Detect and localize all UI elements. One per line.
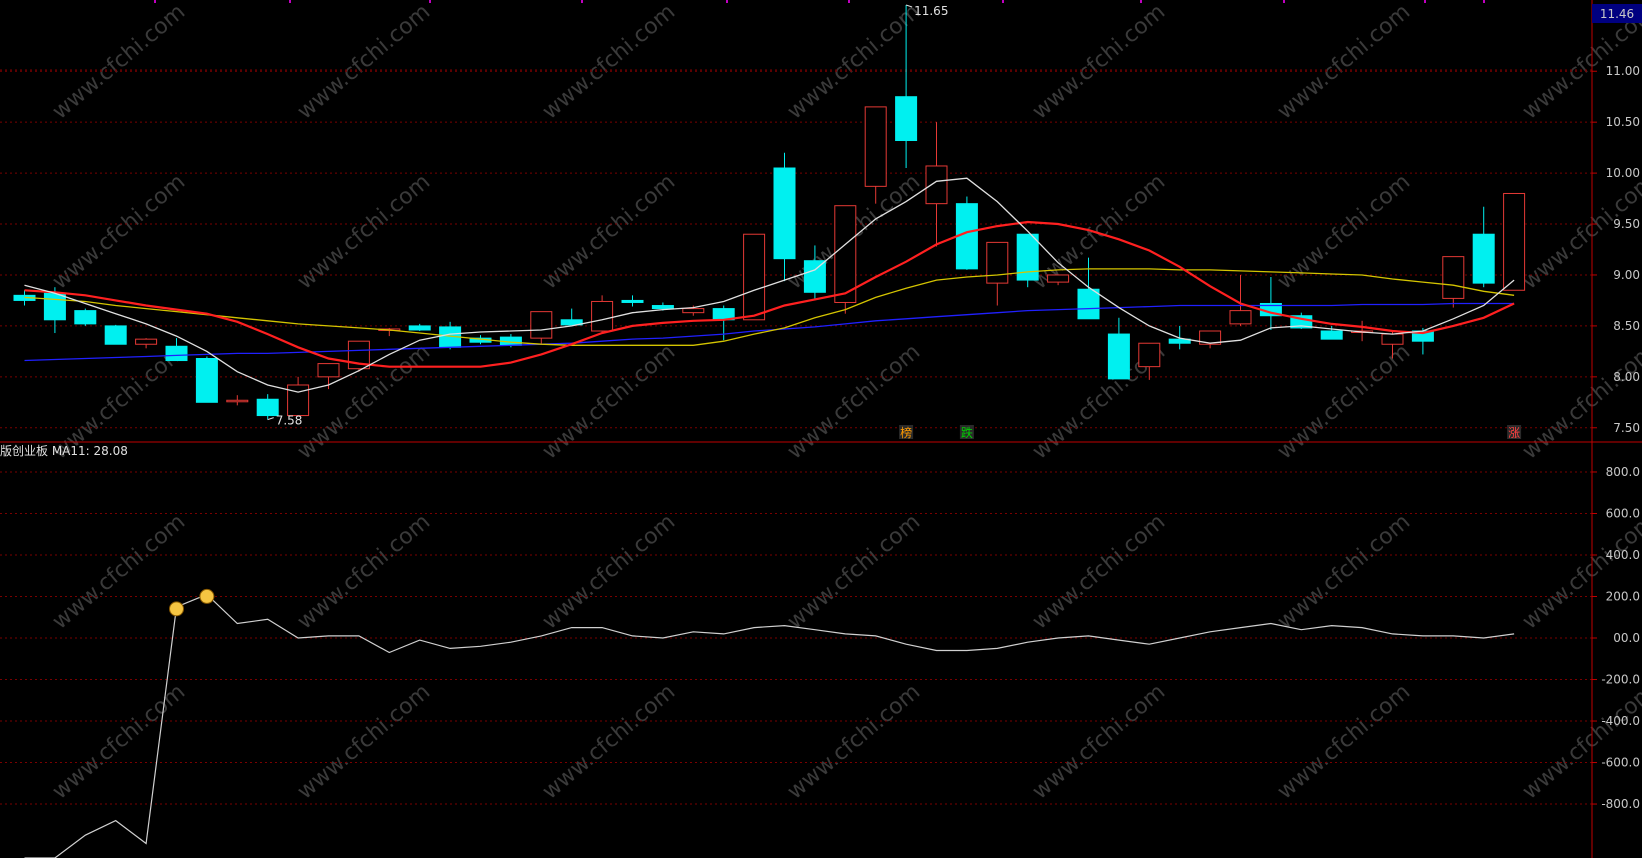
candle-body [1229,310,1252,325]
candle-body [287,384,310,417]
candle-body [408,325,431,331]
watermark-text: www.cfchi.com [783,339,925,464]
candle-body [43,292,66,321]
watermark-text: www.cfchi.com [1028,679,1170,804]
indicator-tick-label: -400.0 [1601,714,1640,728]
candle-body [1107,333,1130,380]
candle-body [1442,256,1465,299]
price-tick-label: 10.00 [1606,166,1640,180]
watermark-text: www.cfchi.com [48,509,190,634]
money-bag-icon [169,601,184,617]
watermark-text: www.cfchi.com [1518,339,1642,464]
watermark-text: www.cfchi.com [293,679,435,804]
watermark-text: www.cfchi.com [293,169,435,294]
watermark-text: www.cfchi.com [1273,339,1415,464]
watermark-text: www.cfchi.com [1273,679,1415,804]
candle-body [104,325,127,345]
event-label: 涨 [1508,425,1520,440]
watermark-text: www.cfchi.com [783,679,925,804]
indicator-tick-label: -800.0 [1601,797,1640,811]
indicator-tick-label: -200.0 [1601,673,1640,687]
price-tick-label: 11.00 [1606,64,1640,78]
candle-body [1381,333,1404,345]
watermark-text: www.cfchi.com [783,509,925,634]
watermark-text: www.cfchi.com [1028,0,1170,125]
money-bag-icon [199,588,215,604]
event-label: 榜 [900,425,912,440]
candle-body [165,345,188,362]
candle-body [743,233,766,321]
candle-body [895,96,918,142]
watermark-text: www.cfchi.com [1273,0,1415,125]
candle-body [864,106,887,187]
watermark-layer: www.cfchi.com www.cfchi.com www.cfchi.com w… [48,0,1642,805]
price-tick-label: 9.00 [1613,268,1640,282]
watermark-text: www.cfchi.com [293,0,435,125]
candle-body [74,310,97,325]
watermark-text: www.cfchi.com [538,679,680,804]
indicator-tick-label: 200.0 [1606,590,1640,604]
stock-chart: www.cfchi.com www.cfchi.com www.cfchi.com w… [0,0,1642,858]
watermark-text: www.cfchi.com [48,169,190,294]
annotation-labels: 版创业板 MA11: 28.08 11.65 7.58 榜 跌 涨 [0,4,1522,458]
indicator-tick-label: -600.0 [1601,756,1640,770]
candle-body [1472,233,1495,284]
price-tick-label: 10.50 [1606,115,1640,129]
indicator-tick-label: 600.0 [1606,506,1640,520]
watermark-text: www.cfchi.com [1028,509,1170,634]
candle-body [1138,342,1161,368]
watermark-text: www.cfchi.com [538,0,680,125]
candle-body [834,205,857,303]
watermark-text: www.cfchi.com [538,509,680,634]
candle-body [773,167,796,260]
watermark-text: www.cfchi.com [1273,169,1415,294]
low-pointer [267,417,274,421]
indicator-title: 版创业板 MA11: 28.08 [0,444,128,458]
candle-body [621,299,644,303]
indicator-tick-label: 800.0 [1606,465,1640,479]
candle-body [986,241,1009,284]
indicator-tick-label: 00.0 [1613,631,1640,645]
watermark-text: www.cfchi.com [1518,509,1642,634]
candle-body [195,358,218,403]
watermark-text: www.cfchi.com [48,0,190,125]
watermark-text: www.cfchi.com [538,339,680,464]
watermark-text: www.cfchi.com [1273,509,1415,634]
indicator-line [24,593,1515,858]
candle-body [1077,288,1100,320]
candle-body [317,363,340,378]
current-price-label: 11.46 [1600,7,1634,21]
candle-body [530,311,553,339]
price-tick-label: 8.50 [1613,319,1640,333]
candle-body [803,260,826,293]
top-markers [154,0,1485,3]
low-label: 7.58 [276,414,303,428]
candle-body [135,338,158,345]
watermark-text: www.cfchi.com [538,169,680,294]
ma-mid-line [24,220,1515,368]
candlestick-series [13,5,1526,420]
event-label: 跌 [961,425,973,440]
candle-body [925,165,948,205]
price-tick-label: 7.50 [1613,421,1640,435]
candle-body [591,300,614,332]
price-tick-label: 8.00 [1613,370,1640,384]
candle-body [682,308,705,314]
candle-body [651,305,674,310]
price-tick-label: 9.50 [1613,217,1640,231]
candle-body [226,399,249,403]
watermark-text: www.cfchi.com [293,509,435,634]
watermark-text: www.cfchi.com [1518,679,1642,804]
candle-body [1320,330,1343,340]
candle-body [1047,274,1070,283]
candle-body [1503,192,1526,291]
indicator-tick-label: 400.0 [1606,548,1640,562]
watermark-text: www.cfchi.com [48,679,190,804]
ma-long-line [24,302,1515,362]
high-label: 11.65 [914,4,948,18]
